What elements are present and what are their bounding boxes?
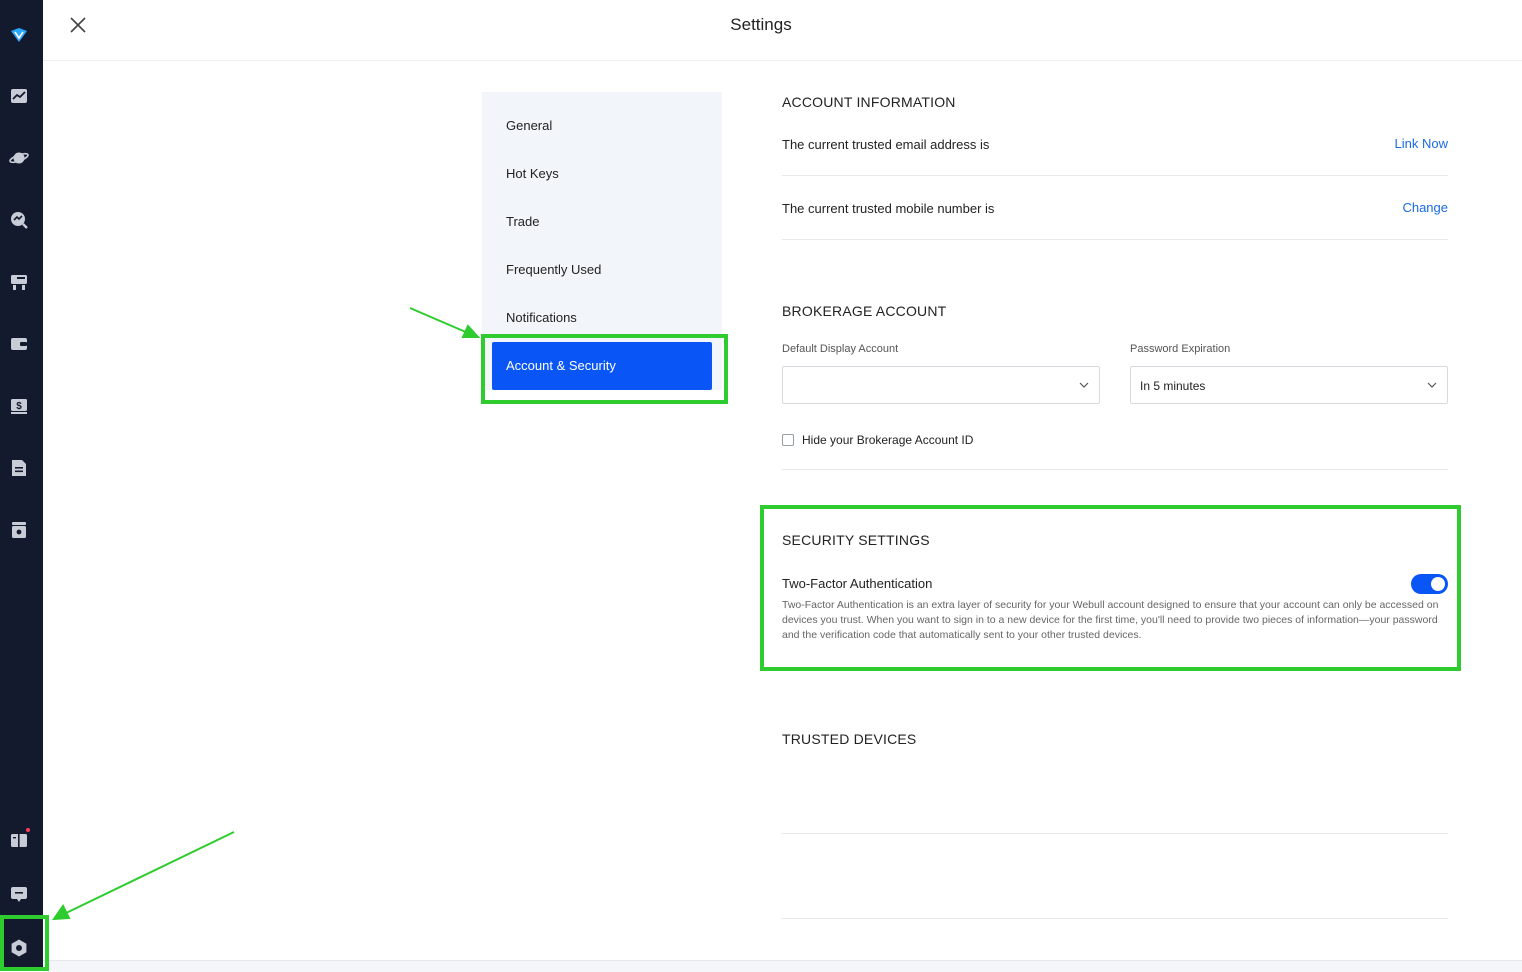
- link-now-link[interactable]: Link Now: [1395, 136, 1448, 151]
- divider: [782, 239, 1448, 240]
- trusted-devices-title: TRUSTED DEVICES: [782, 731, 917, 747]
- wallet-icon[interactable]: [9, 334, 29, 354]
- chevron-down-icon: [1079, 382, 1089, 388]
- arrowhead: [51, 904, 71, 921]
- default-display-account-select[interactable]: [782, 366, 1100, 404]
- account-information-title: ACCOUNT INFORMATION: [782, 94, 956, 110]
- hide-account-id-label: Hide your Brokerage Account ID: [802, 433, 974, 447]
- change-mobile-link[interactable]: Change: [1402, 200, 1448, 215]
- arrow-line: [409, 307, 469, 334]
- highlight-box-account-security: [481, 334, 728, 404]
- bottom-bar: [43, 960, 1522, 972]
- notification-dot: [26, 828, 30, 832]
- arrow-line: [63, 831, 235, 915]
- svg-text:$: $: [16, 401, 22, 412]
- market-scan-icon[interactable]: [9, 210, 29, 230]
- divider: [782, 833, 1448, 834]
- trusted-mobile-label: The current trusted mobile number is: [782, 201, 995, 216]
- divider: [782, 918, 1448, 919]
- brokerage-account-title: BROKERAGE ACCOUNT: [782, 303, 947, 319]
- password-expiration-label: Password Expiration: [1130, 343, 1231, 355]
- archive-icon[interactable]: [9, 520, 29, 540]
- arrowhead: [461, 324, 481, 338]
- password-expiration-value: In 5 minutes: [1140, 379, 1206, 393]
- default-display-account-label: Default Display Account: [782, 343, 899, 355]
- screener-icon[interactable]: [9, 272, 29, 292]
- chat-icon[interactable]: [9, 884, 29, 904]
- trusted-email-label: The current trusted email address is: [782, 137, 990, 152]
- highlight-box-security-settings: [760, 505, 1461, 671]
- page-title: Settings: [730, 15, 792, 34]
- money-icon[interactable]: $: [9, 396, 29, 416]
- nav-item-hot-keys[interactable]: Hot Keys: [482, 150, 722, 198]
- nav-item-frequently-used[interactable]: Frequently Used: [482, 246, 722, 294]
- divider: [782, 469, 1448, 470]
- left-rail: $: [0, 0, 43, 971]
- divider: [782, 175, 1448, 176]
- document-icon[interactable]: [9, 458, 29, 478]
- nav-item-trade[interactable]: Trade: [482, 198, 722, 246]
- annotation-arrows: [51, 307, 481, 921]
- settings-header: Settings: [43, 0, 1522, 61]
- highlight-box-settings-icon: [0, 915, 49, 971]
- news-icon[interactable]: [9, 830, 29, 850]
- hide-account-id-checkbox[interactable]: [782, 434, 794, 446]
- nav-item-general[interactable]: General: [482, 102, 722, 150]
- chevron-down-icon: [1427, 382, 1437, 388]
- planet-icon[interactable]: [9, 148, 29, 168]
- password-expiration-select[interactable]: In 5 minutes: [1130, 366, 1448, 404]
- chart-icon[interactable]: [9, 86, 29, 106]
